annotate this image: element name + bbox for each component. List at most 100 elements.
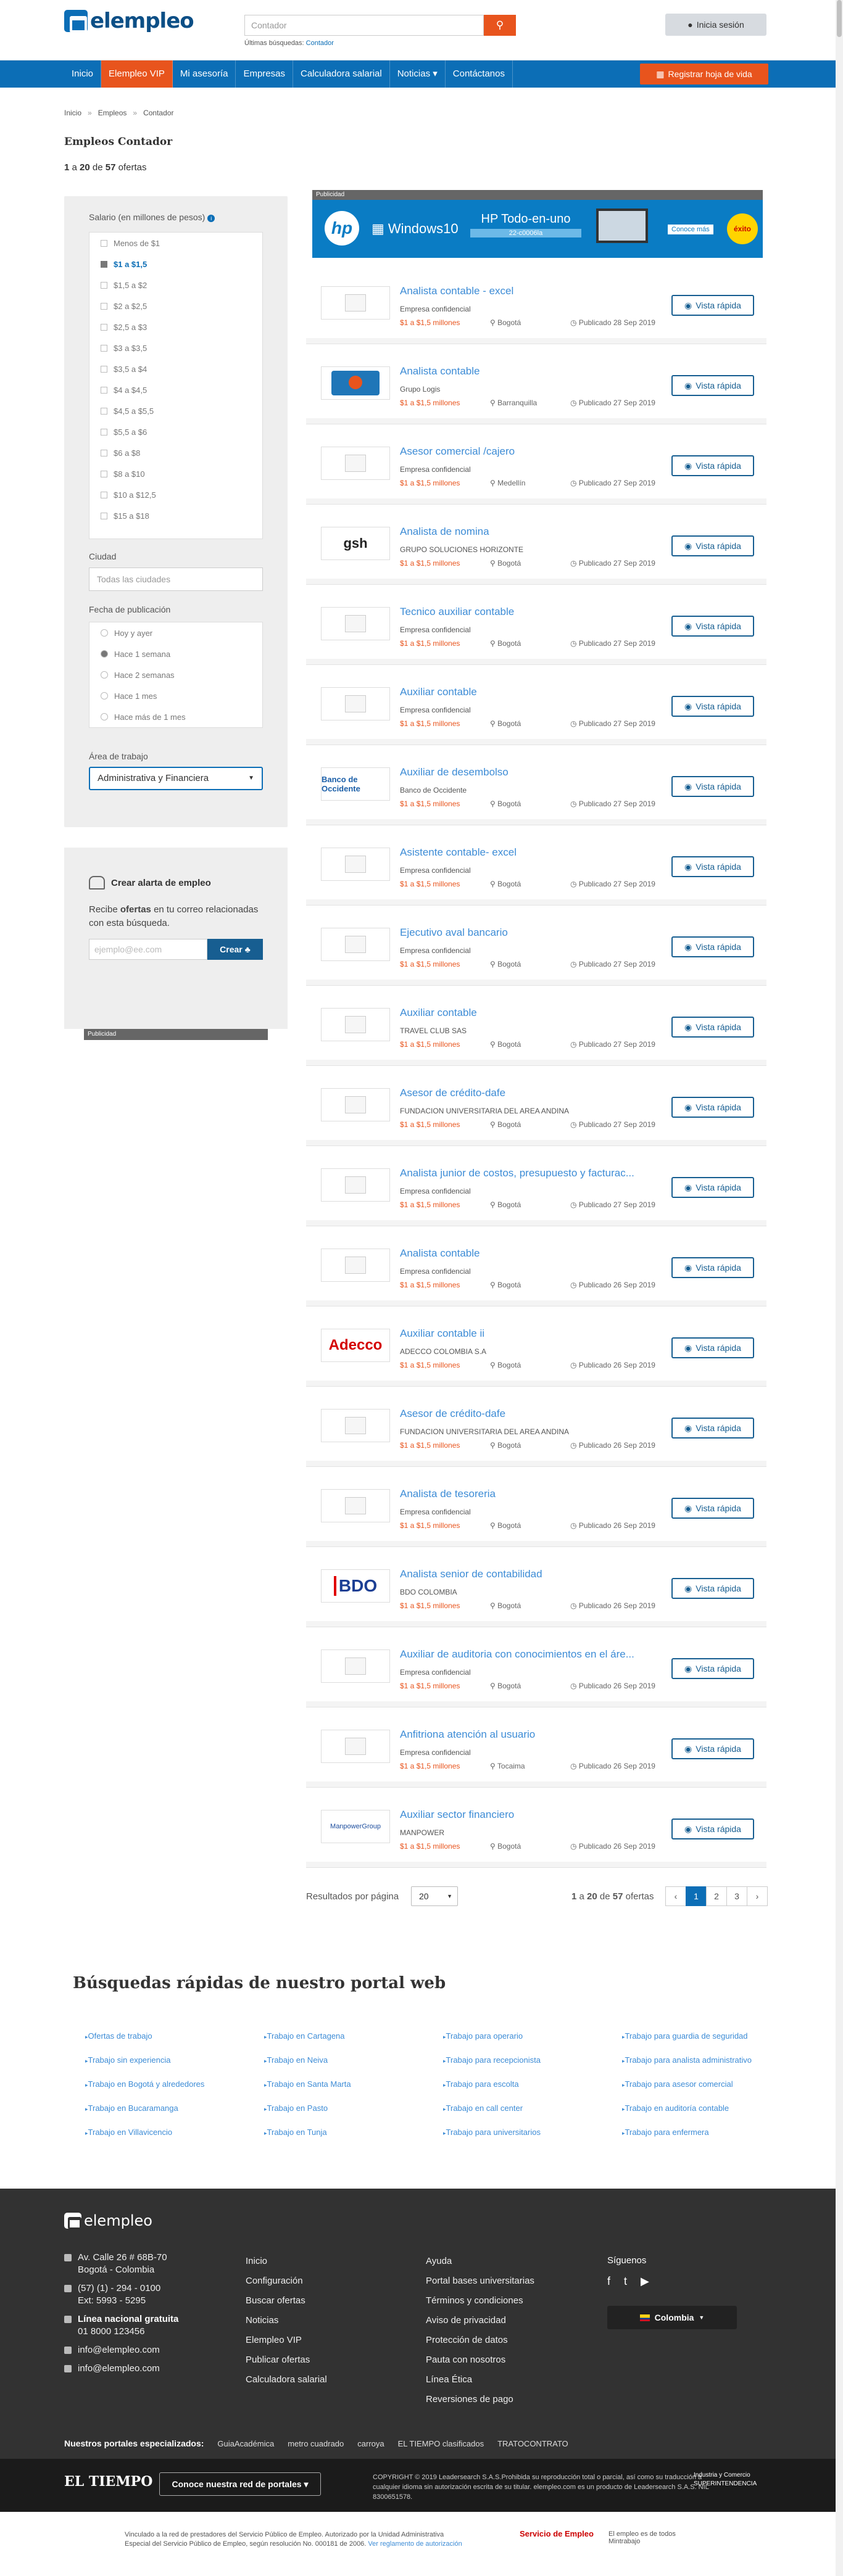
quick-search-link[interactable]: Trabajo sin experiencia [85,2055,264,2065]
quick-search-link[interactable]: Trabajo en Bogotá y alrededores [85,2079,264,2089]
footer-link[interactable]: Configuración [246,2271,327,2291]
checkbox[interactable] [101,365,107,373]
salary-option[interactable]: Menos de $1 [89,233,262,254]
job-title[interactable]: Auxiliar de auditoria con conocimientos … [400,1648,662,1661]
quick-view-button[interactable]: ◉ Vista rápida [671,1418,754,1439]
nav-item[interactable]: Empresas [236,60,293,88]
page-link[interactable]: ‹ [665,1886,686,1906]
quick-view-button[interactable]: ◉ Vista rápida [671,936,754,957]
checkbox[interactable] [101,344,107,352]
ad-cta[interactable]: Conoce más [668,225,713,234]
quick-search-link[interactable]: Trabajo para enfermera [622,2128,801,2137]
portal-logo[interactable]: metro cuadrado [288,2439,344,2448]
company-logo[interactable] [321,1088,390,1121]
company-logo[interactable] [321,366,390,400]
checkbox[interactable] [101,386,107,394]
company-logo[interactable] [321,1489,390,1522]
job-title[interactable]: Auxiliar contable [400,1007,662,1019]
quick-view-button[interactable]: ◉ Vista rápida [671,1257,754,1278]
job-title[interactable]: Asesor de crédito-dafe [400,1408,662,1420]
checkbox[interactable] [101,512,107,519]
company-logo[interactable]: gsh [321,527,390,560]
company-logo[interactable]: Banco de Occidente [321,767,390,801]
per-page-select[interactable]: 20 ▼ [411,1886,458,1906]
footer-link[interactable]: Ayuda [426,2252,534,2271]
footer-link[interactable]: Línea Ética [426,2370,534,2390]
quick-search-link[interactable]: Trabajo en Neiva [264,2055,443,2065]
scrollbar[interactable] [836,0,843,2576]
checkbox[interactable] [101,470,107,477]
quick-search-link[interactable]: Trabajo en auditoría contable [622,2103,801,2113]
quick-view-button[interactable]: ◉ Vista rápida [671,856,754,877]
date-option[interactable]: Hace 2 semanas [89,664,262,685]
country-select[interactable]: Colombia ▼ [607,2306,737,2329]
job-title[interactable]: Tecnico auxiliar contable [400,606,662,618]
quick-search-link[interactable]: Ofertas de trabajo [85,2031,264,2041]
youtube-icon[interactable]: ▶ [641,2275,649,2288]
checkbox[interactable] [101,281,107,289]
nav-item[interactable]: Mi asesoría [173,60,236,88]
date-option[interactable]: Hace más de 1 mes [89,706,262,727]
page-link[interactable]: 1 [686,1886,707,1906]
radio-button[interactable] [101,713,108,720]
radio-button[interactable] [101,629,108,637]
footer-link[interactable]: Reversiones de pago [426,2390,534,2409]
company-logo[interactable] [321,848,390,881]
footer-link[interactable]: Protección de datos [426,2330,534,2350]
portal-logo[interactable]: carroya [357,2439,384,2448]
footer-link[interactable]: Calculadora salarial [246,2370,327,2390]
company-logo[interactable] [321,928,390,961]
quick-view-button[interactable]: ◉ Vista rápida [671,1658,754,1679]
quick-view-button[interactable]: ◉ Vista rápida [671,1177,754,1198]
nav-item[interactable]: Noticias ▾ [390,60,446,88]
date-option[interactable]: Hace 1 semana [89,643,262,664]
top-banner-ad[interactable]: Publicidad hp ▦ Windows10 HP Todo-en-uno… [312,190,763,258]
search-button[interactable]: ⚲ [484,15,516,36]
radio-button[interactable] [101,692,108,700]
quick-search-link[interactable]: Trabajo para universitarios [443,2128,622,2137]
company-logo[interactable] [321,687,390,720]
portal-logo[interactable]: EL TIEMPO clasificados [398,2439,484,2448]
footer-link[interactable]: Portal bases universitarias [426,2271,534,2291]
date-option[interactable]: Hace 1 mes [89,685,262,706]
city-input[interactable]: Todas las ciudades [89,568,263,591]
salary-option[interactable]: $4 a $4,5 [89,379,262,400]
company-logo[interactable] [321,1409,390,1442]
company-logo[interactable]: Adecco [321,1329,390,1362]
portal-logo[interactable]: GuiaAcadémica [217,2439,274,2448]
quick-search-link[interactable]: Trabajo para operario [443,2031,622,2041]
quick-view-button[interactable]: ◉ Vista rápida [671,1498,754,1519]
job-title[interactable]: Analista contable [400,1247,662,1260]
salary-option[interactable]: $3,5 a $4 [89,358,262,379]
date-option[interactable]: Hoy y ayer [89,622,262,643]
footer-link[interactable]: Términos y condiciones [426,2291,534,2311]
salary-option[interactable]: $3 a $3,5 [89,337,262,358]
footer-logo[interactable]: elempleo [64,2212,152,2229]
company-logo[interactable] [321,1249,390,1282]
salary-option[interactable]: $5,5 a $6 [89,421,262,442]
breadcrumb-item[interactable]: Inicio [64,109,81,117]
checkbox[interactable] [101,407,107,415]
quick-search-link[interactable]: Trabajo para guardia de seguridad [622,2031,801,2041]
footer-link[interactable]: Buscar ofertas [246,2291,327,2311]
checkbox[interactable] [101,428,107,436]
salary-option[interactable]: $1,5 a $2 [89,275,262,295]
job-title[interactable]: Analista junior de costos, presupuesto y… [400,1167,662,1179]
company-logo[interactable] [321,1168,390,1202]
portals-network-button[interactable]: Conoce nuestra red de portales ▾ [159,2472,321,2496]
company-logo[interactable] [321,447,390,480]
create-alert-button[interactable]: Crear ♣ [207,939,263,960]
quick-search-link[interactable]: Trabajo en Pasto [264,2103,443,2113]
alert-email-input[interactable]: ejemplo@ee.com [89,939,207,960]
footer-email-link[interactable]: info@elempleo.com [78,2344,160,2356]
info-icon[interactable]: i [207,215,215,222]
footer-link[interactable]: Publicar ofertas [246,2350,327,2370]
job-title[interactable]: Auxiliar sector financiero [400,1809,662,1821]
nav-item[interactable]: Inicio [64,60,102,88]
area-select[interactable]: Administrativa y Financiera ▼ [89,767,263,790]
quick-view-button[interactable]: ◉ Vista rápida [671,1818,754,1839]
page-link[interactable]: 3 [726,1886,747,1906]
facebook-icon[interactable]: f [607,2275,610,2288]
quick-view-button[interactable]: ◉ Vista rápida [671,1738,754,1759]
recent-search-link[interactable]: Contador [306,39,334,47]
